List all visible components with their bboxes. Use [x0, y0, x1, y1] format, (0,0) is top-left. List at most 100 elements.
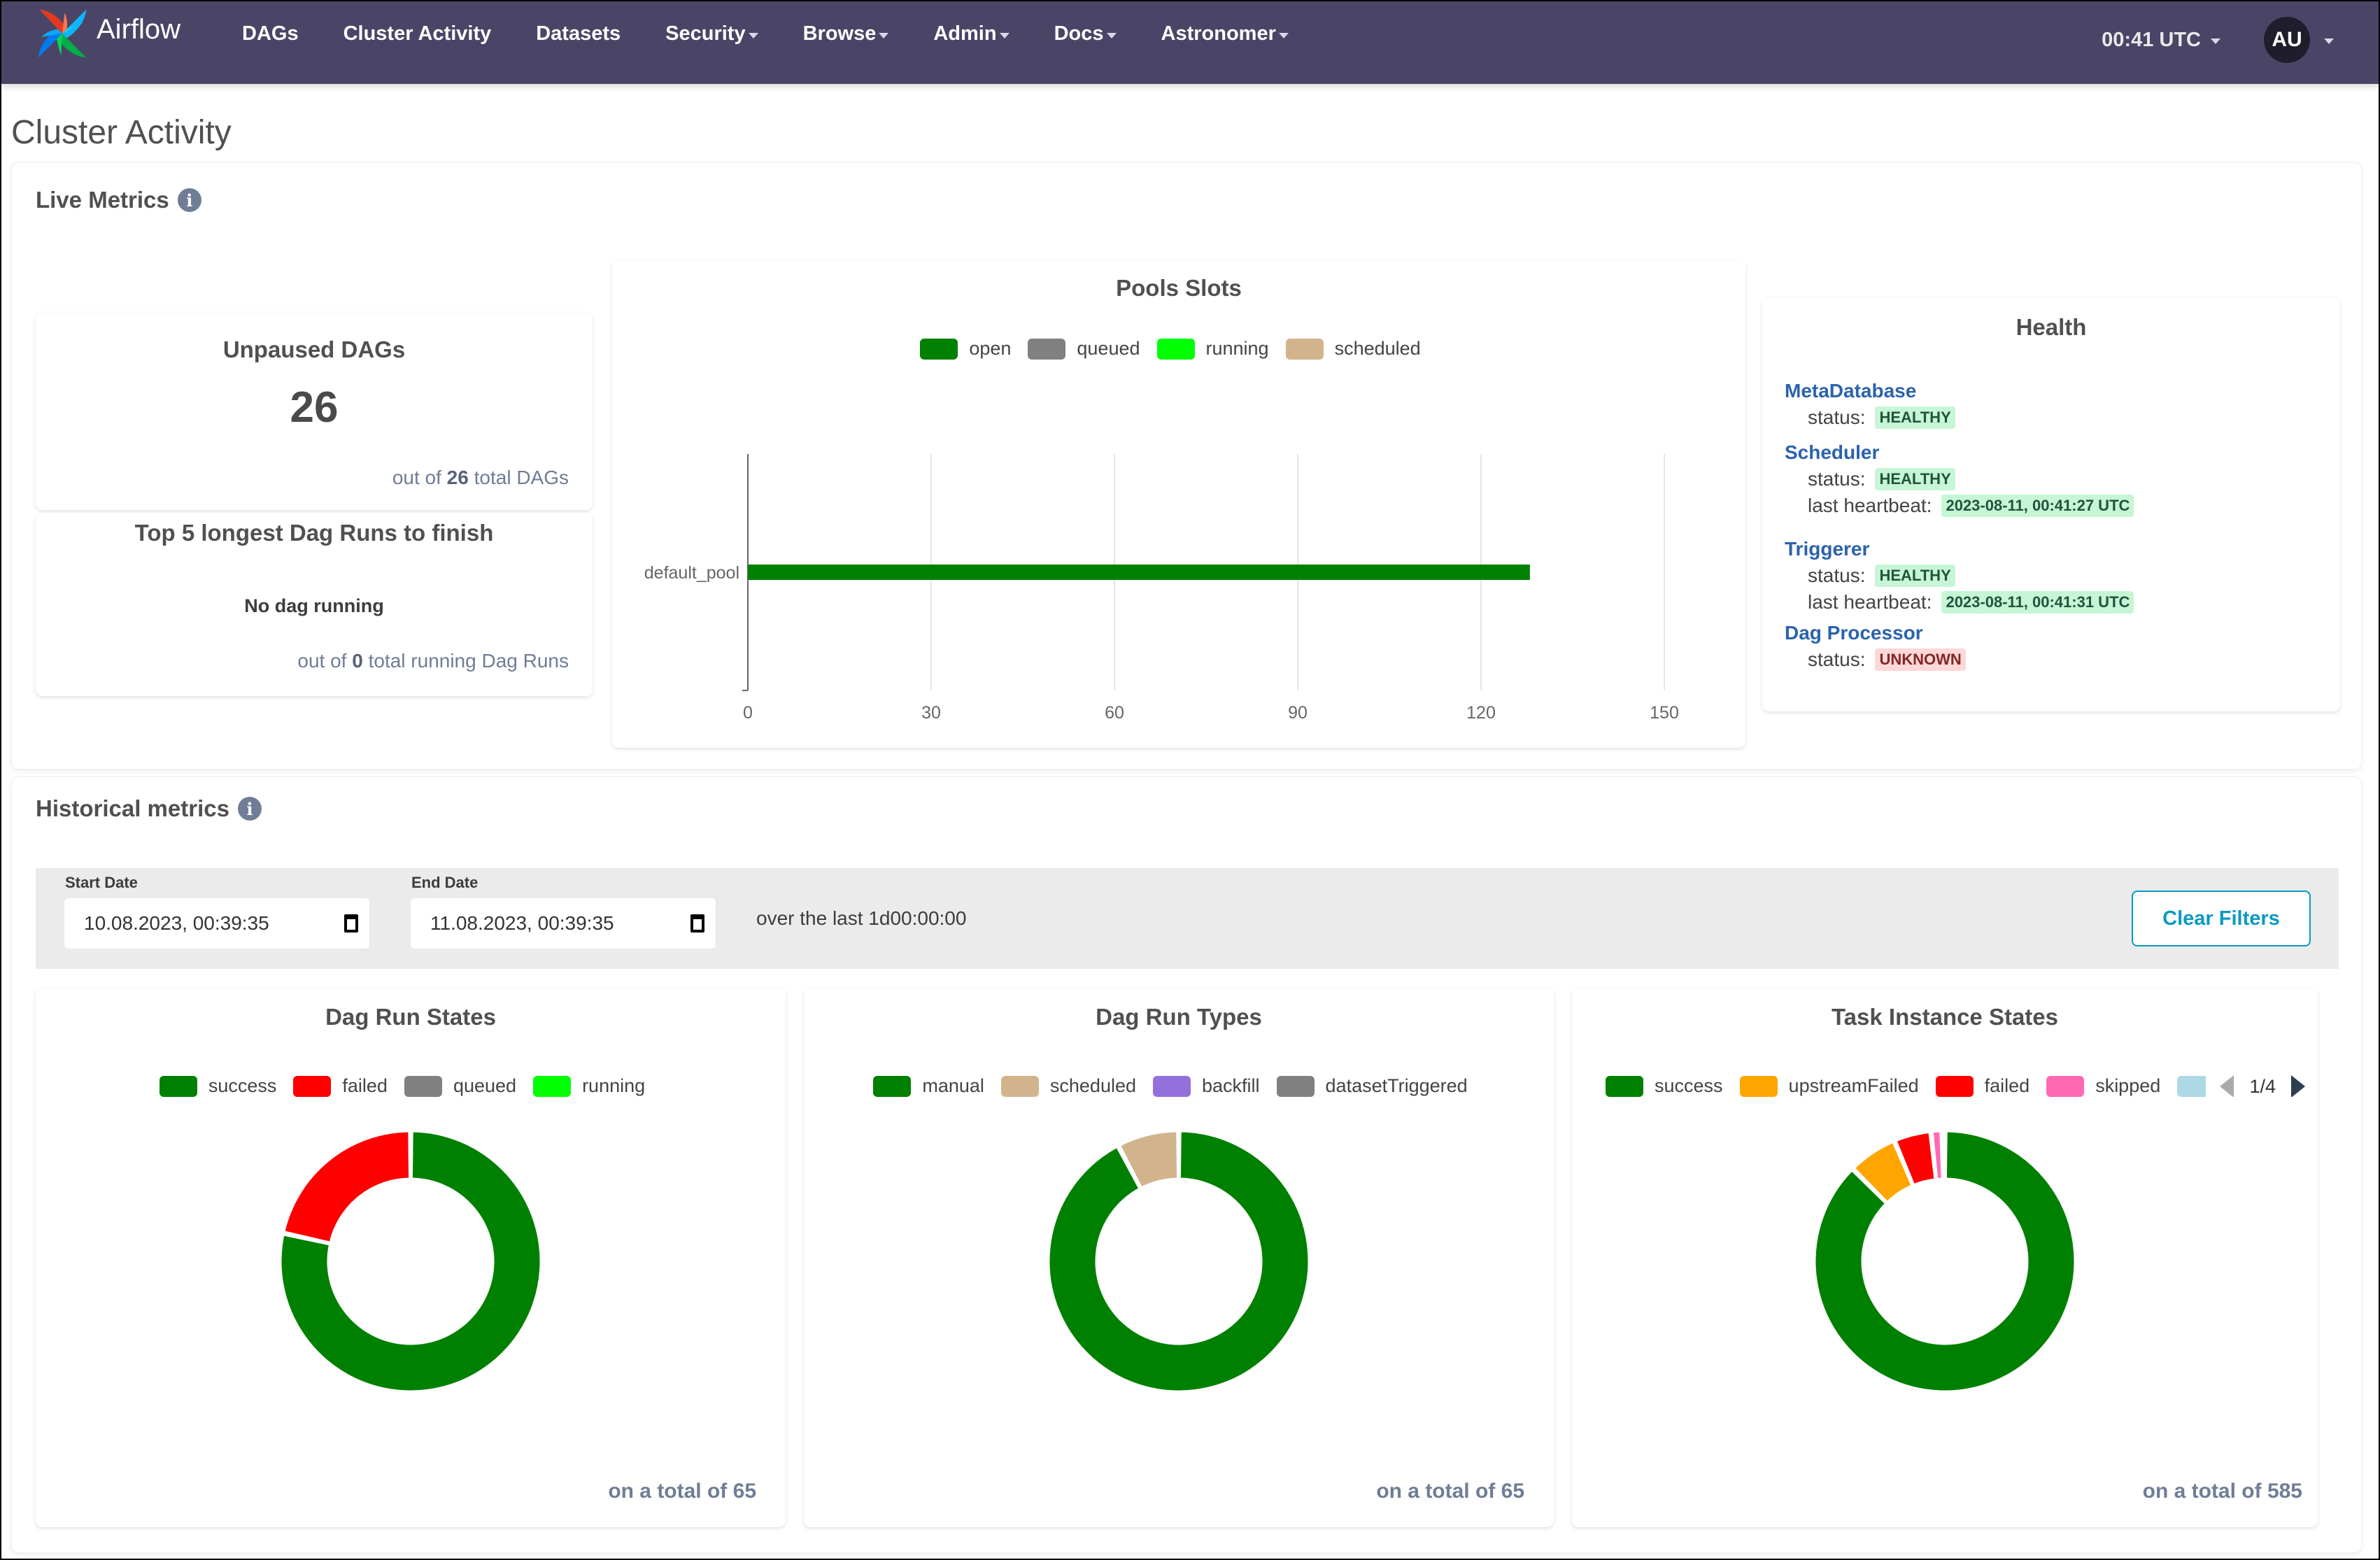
clear-filters-button[interactable]: Clear Filters — [2132, 891, 2311, 946]
note-suffix: total DAGs — [474, 467, 569, 488]
card-title: Unpaused DAGs — [222, 336, 406, 362]
calendar-icon[interactable] — [344, 914, 358, 933]
brand-name: Airflow — [97, 13, 181, 45]
legend-item-skipped[interactable]: skipped — [2046, 1075, 2160, 1097]
historical-metrics-heading: Historical metrics i — [36, 795, 262, 822]
brand-link[interactable]: Airflow — [34, 6, 180, 62]
legend-item-running[interactable]: running — [533, 1075, 645, 1097]
legend-label: queued — [453, 1075, 517, 1096]
legend-next-icon[interactable] — [2291, 1075, 2305, 1097]
chart-title: Dag Run Types — [1096, 1004, 1262, 1030]
health-component-dag-processor[interactable]: Dag Processor — [1785, 622, 2134, 644]
task-instance-states-card: Task Instance States success upstreamFail… — [1572, 988, 2318, 1527]
chart-legend: successupstreamFailedfailedskippedr1/4 — [1606, 1075, 2305, 1097]
total-dags-count: 26 — [446, 467, 469, 488]
legend-item-success[interactable]: success — [159, 1075, 276, 1097]
health-row: last heartbeat: 2023-08-11, 00:41:27 UTC — [1808, 495, 2134, 517]
chart-title: Task Instance States — [1831, 1004, 2059, 1030]
legend-item-datasettriggered[interactable]: datasetTriggered — [1276, 1075, 1468, 1097]
health-card: Health MetaDatabase status: HEALTHY Schedul… — [1762, 297, 2340, 711]
legend-item-backfill[interactable]: backfill — [1153, 1075, 1260, 1097]
range-duration-text: over the last 1d00:00:00 — [756, 907, 967, 929]
legend-swatch — [159, 1075, 197, 1097]
legend-item-scheduled[interactable]: scheduled — [1000, 1075, 1136, 1097]
x-tick-label: 60 — [1105, 703, 1124, 723]
chart-legend: success failed queued running — [36, 1075, 786, 1097]
navbar: Airflow DAGs Cluster Activity Datasets S… — [1, 1, 2379, 84]
legend-swatch — [533, 1075, 572, 1097]
donut-slice-r[interactable] — [1942, 1130, 1946, 1180]
bar-open[interactable] — [748, 565, 1530, 580]
legend-prev-icon[interactable] — [2220, 1075, 2234, 1097]
health-component-scheduler[interactable]: Scheduler — [1785, 441, 2134, 464]
start-date-input[interactable]: 10.08.2023, 00:39:35 — [64, 898, 370, 949]
legend-label: skipped — [2095, 1075, 2161, 1096]
nav-datasets[interactable]: Datasets — [536, 22, 621, 45]
info-icon[interactable]: i — [177, 188, 201, 212]
main-nav: DAGs Cluster Activity Datasets Security … — [242, 22, 1333, 45]
section-title: Live Metrics — [36, 187, 169, 213]
end-date-group: End Date 11.08.2023, 00:39:35 — [410, 868, 716, 949]
nav-security-dropdown[interactable]: Security — [665, 22, 758, 45]
end-date-label: End Date — [411, 874, 479, 891]
legend-item-failed[interactable]: failed — [1935, 1075, 2030, 1097]
legend-item-manual[interactable]: manual — [873, 1075, 984, 1097]
legend-label: backfill — [1202, 1075, 1260, 1096]
x-tick-label: 120 — [1466, 703, 1496, 723]
date-filter-bar: Start Date 10.08.2023, 00:39:35 End Date… — [36, 868, 2339, 969]
info-icon[interactable]: i — [237, 797, 262, 821]
status-badge: 2023-08-11, 00:41:31 UTC — [1941, 591, 2134, 614]
legend-item-upstreamfailed[interactable]: upstreamFailed — [1739, 1075, 1919, 1097]
legend-item-failed[interactable]: failed — [293, 1075, 388, 1097]
nav-dags[interactable]: DAGs — [242, 22, 299, 45]
calendar-icon[interactable] — [690, 914, 704, 933]
health-component-triggerer[interactable]: Triggerer — [1785, 538, 2134, 560]
nav-astronomer-dropdown[interactable]: Astronomer — [1161, 22, 1289, 45]
legend-label: datasetTriggered — [1325, 1075, 1468, 1096]
pools-bar-chart: 0 30 60 90 120 150 default_pool — [644, 454, 1679, 723]
health-list: MetaDatabase status: HEALTHY Scheduler statu… — [1785, 376, 2134, 671]
start-date-value: 10.08.2023, 00:39:35 — [84, 912, 269, 934]
legend-label: scheduled — [1049, 1075, 1136, 1096]
nav-browse-dropdown[interactable]: Browse — [803, 22, 889, 45]
dag-run-states-donut — [279, 1130, 542, 1393]
chart-title: Dag Run States — [325, 1004, 496, 1030]
donut-slice-manual[interactable] — [1047, 1130, 1310, 1393]
health-component-metadatabase[interactable]: MetaDatabase — [1785, 380, 2134, 402]
legend-swatch — [873, 1075, 912, 1097]
health-row-label: status: — [1808, 648, 1866, 670]
user-menu[interactable]: AU — [2264, 17, 2334, 63]
legend-label: running — [582, 1075, 646, 1096]
y-category-label: default_pool — [644, 563, 739, 583]
health-row-label: status: — [1808, 468, 1866, 490]
start-date-label: Start Date — [65, 874, 138, 891]
dag-run-types-card: Dag Run Types manual scheduled backfill dat… — [804, 988, 1554, 1527]
status-badge: HEALTHY — [1875, 406, 1955, 429]
nav-cluster-activity[interactable]: Cluster Activity — [343, 22, 492, 45]
running-count: 0 — [352, 650, 363, 672]
status-badge: UNKNOWN — [1875, 648, 1966, 671]
historical-metrics-section: Historical metrics i Start Date 10.08.20… — [11, 777, 2362, 1553]
health-row-label: last heartbeat: — [1808, 591, 1932, 613]
legend-swatch — [404, 1075, 442, 1097]
caret-down-icon — [1106, 32, 1117, 38]
status-badge: HEALTHY — [1875, 468, 1955, 490]
legend-item-success[interactable]: success — [1606, 1075, 1723, 1097]
caret-down-icon — [1278, 32, 1289, 38]
legend-pager: 1/4 — [2206, 1075, 2305, 1097]
nav-admin-dropdown[interactable]: Admin — [933, 22, 1010, 45]
nav-label: Docs — [1054, 22, 1104, 45]
timezone-clock-dropdown[interactable]: 00:41 UTC — [2102, 29, 2220, 52]
health-row-label: status: — [1808, 565, 1866, 586]
page-title: Cluster Activity — [11, 114, 232, 151]
nav-docs-dropdown[interactable]: Docs — [1054, 22, 1117, 45]
total-dags-note: out of 26 total DAGs — [392, 467, 569, 489]
start-date-group: Start Date 10.08.2023, 00:39:35 — [64, 868, 370, 949]
donut-slice-failed[interactable] — [283, 1130, 411, 1244]
end-date-input[interactable]: 11.08.2023, 00:39:35 — [410, 898, 716, 949]
legend-item-queued[interactable]: queued — [404, 1075, 516, 1097]
legend-label: manual — [922, 1075, 984, 1096]
health-row: status: HEALTHY — [1808, 565, 2134, 587]
caret-down-icon — [2324, 38, 2334, 44]
note-prefix: out of — [297, 650, 347, 672]
